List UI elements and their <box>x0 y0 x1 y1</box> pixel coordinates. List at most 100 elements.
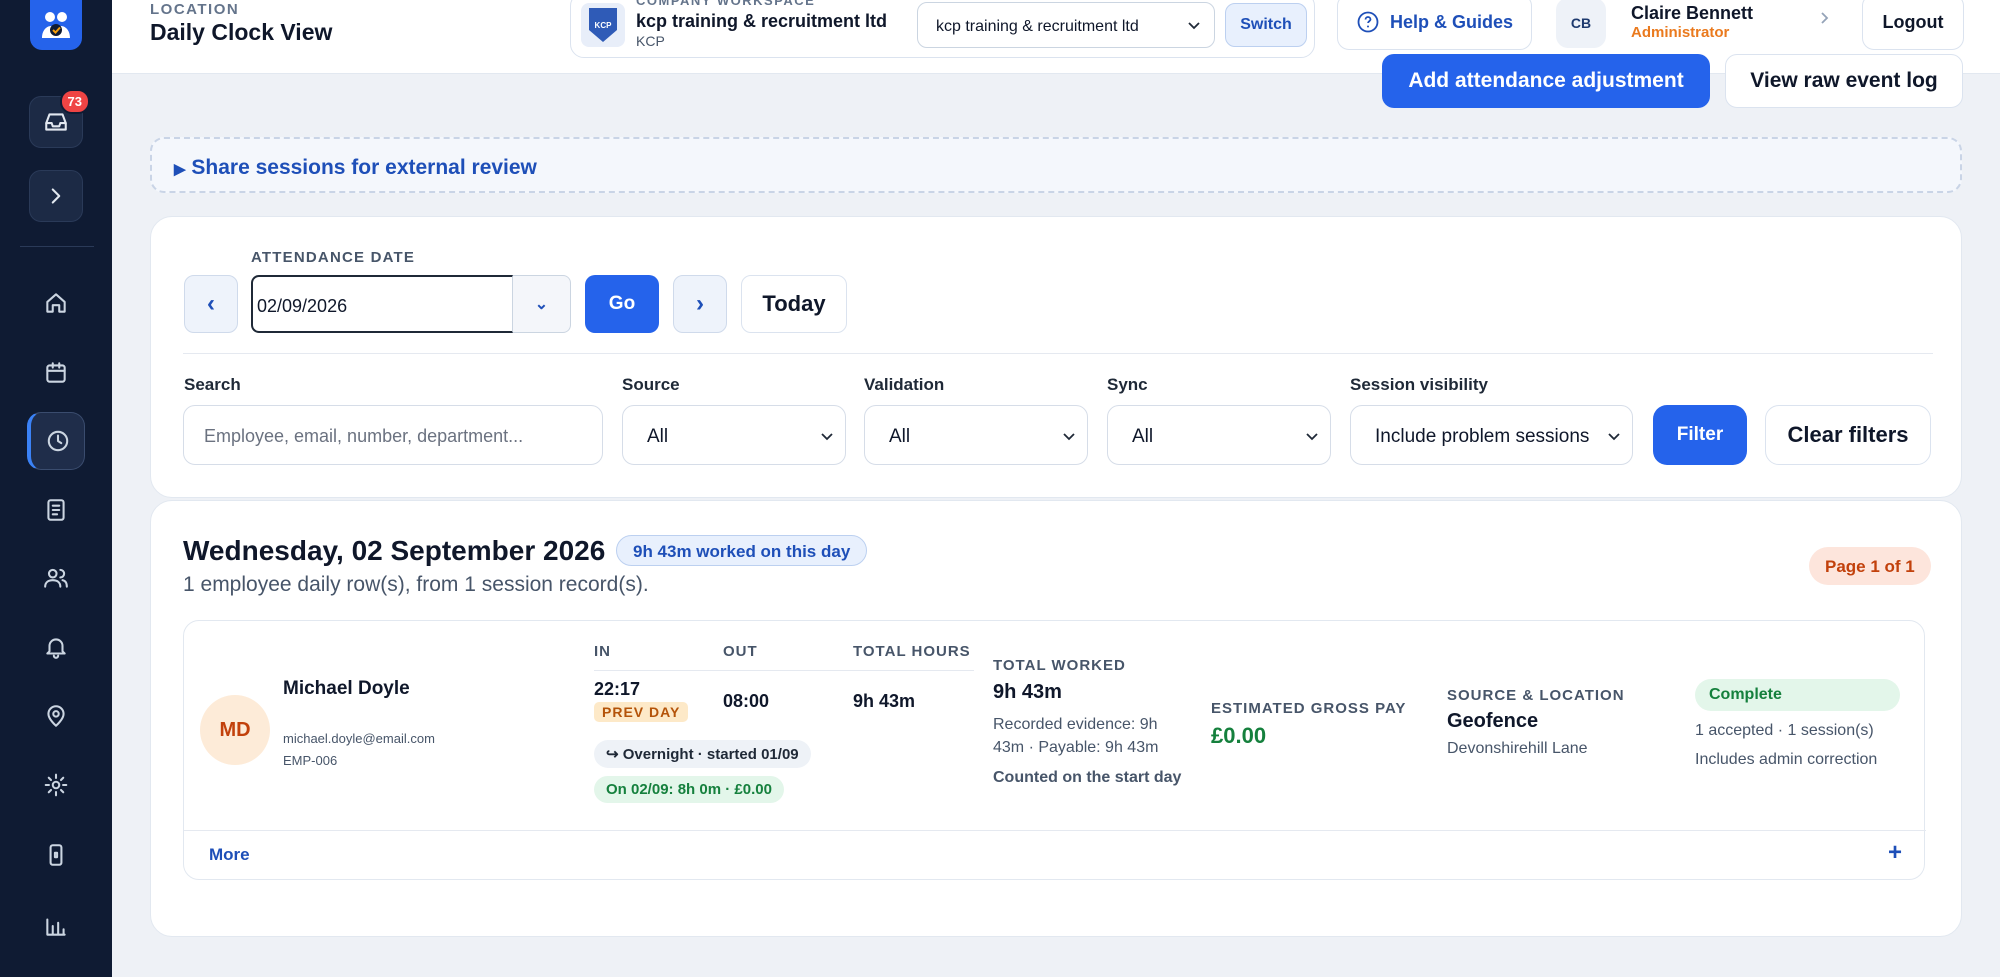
company-logo: KCP <box>581 3 625 47</box>
validation-select-value: All <box>889 426 911 447</box>
help-guides-button[interactable]: Help & Guides <box>1337 0 1532 50</box>
nav-clock[interactable] <box>27 412 85 470</box>
total-hours-value: 9h 43m <box>853 691 916 711</box>
nav-users[interactable] <box>27 549 85 607</box>
switch-workspace-button[interactable]: Switch <box>1225 3 1307 47</box>
go-button[interactable]: Go <box>585 275 659 333</box>
nav-locations[interactable] <box>27 687 85 745</box>
total-hours-column-header: TOTAL HOURS <box>853 643 971 660</box>
employee-name[interactable]: Michael Doyle <box>283 678 410 700</box>
expand-sidebar-button[interactable] <box>29 170 83 222</box>
page-indicator-badge: Page 1 of 1 <box>1809 547 1931 585</box>
on-day-badge: On 02/09: 8h 0m · £0.00 <box>594 776 784 803</box>
search-input[interactable]: Employee, email, number, department... <box>183 405 603 465</box>
location-label: LOCATION <box>150 1 240 18</box>
workspace-select-value: kcp training & recruitment ltd <box>936 18 1139 35</box>
home-icon <box>46 293 66 313</box>
location-value: Devonshirehill Lane <box>1447 740 1588 757</box>
workspace-name: kcp training & recruitment ltd <box>636 11 888 31</box>
expand-plus-icon[interactable]: + <box>1888 839 1902 867</box>
sidebar: 73 <box>0 0 112 977</box>
date-picker-toggle[interactable]: ⌄ <box>513 275 571 333</box>
employee-id: EMP-006 <box>283 753 338 768</box>
total-worked-value: 9h 43m <box>993 681 1062 703</box>
more-link[interactable]: More <box>209 845 250 865</box>
clock-icon <box>47 430 68 452</box>
nav-reports[interactable] <box>27 897 85 955</box>
source-value: Geofence <box>1447 710 1539 732</box>
nav-settings[interactable] <box>27 756 85 814</box>
help-circle-icon <box>1357 11 1379 33</box>
status-correction-text: Includes admin correction <box>1695 751 1878 768</box>
nav-documents[interactable] <box>27 481 85 539</box>
worked-hours-badge: 9h 43m worked on this day <box>616 535 868 566</box>
previous-day-button[interactable]: ‹ <box>184 275 238 333</box>
user-name: Claire Bennett <box>1631 3 1754 23</box>
company-workspace: KCP COMPANY WORKSPACE kcp training & rec… <box>570 0 1315 58</box>
employee-avatar: MD <box>200 695 270 765</box>
inbox-badge: 73 <box>59 89 90 114</box>
sync-select[interactable]: All <box>1107 405 1331 465</box>
share-sessions-label: Share sessions for external review <box>191 156 537 179</box>
total-worked-header: TOTAL WORKED <box>993 657 1126 674</box>
clock-out-time: 08:00 <box>723 691 770 711</box>
chevron-down-icon <box>819 428 835 450</box>
session-visibility-value: Include problem sessions <box>1375 426 1590 447</box>
device-icon <box>49 844 63 866</box>
user-role: Administrator <box>1631 24 1730 41</box>
page-title: Daily Clock View <box>150 19 333 45</box>
logout-button[interactable]: Logout <box>1862 0 1964 50</box>
sidebar-divider <box>20 246 94 247</box>
reports-icon <box>46 918 66 936</box>
top-bar: LOCATION Daily Clock View KCP COMPANY WO… <box>112 0 2000 74</box>
chevron-down-icon <box>1304 428 1320 450</box>
gross-pay-header: ESTIMATED GROSS PAY <box>1211 700 1407 717</box>
nav-notifications[interactable] <box>27 618 85 676</box>
gross-pay-value: £0.00 <box>1211 723 1267 748</box>
nav-devices[interactable] <box>27 826 85 884</box>
overnight-badge: ↪ Overnight · started 01/09 <box>594 740 811 768</box>
bell-icon <box>46 638 66 659</box>
validation-select[interactable]: All <box>864 405 1088 465</box>
app-logo[interactable] <box>30 0 82 50</box>
view-raw-event-log-button[interactable]: View raw event log <box>1725 54 1963 108</box>
attendance-date-input[interactable]: 02/09/2026 <box>251 275 513 333</box>
table-row[interactable]: MD Michael Doyle michael.doyle@email.com… <box>183 620 1926 880</box>
nav-calendar[interactable] <box>27 344 85 402</box>
chevron-down-icon <box>1186 17 1202 38</box>
clear-filters-button[interactable]: Clear filters <box>1765 405 1931 465</box>
gear-icon <box>44 773 68 797</box>
column-header-divider <box>594 670 974 671</box>
filter-panel: ATTENDANCE DATE ‹ 02/09/2026 ⌄ Go › Toda… <box>150 216 1962 498</box>
next-day-button[interactable]: › <box>673 275 727 333</box>
share-sessions-toggle[interactable]: ▶ Share sessions for external review <box>150 137 1962 193</box>
validation-label: Validation <box>864 375 945 394</box>
day-summary-card: Wednesday, 02 September 2026 9h 43m work… <box>150 500 1962 937</box>
day-subtitle: 1 employee daily row(s), from 1 session … <box>183 573 649 596</box>
source-select[interactable]: All <box>622 405 846 465</box>
workspace-select[interactable]: kcp training & recruitment ltd <box>917 2 1215 48</box>
today-button[interactable]: Today <box>741 275 847 333</box>
add-attendance-adjustment-button[interactable]: Add attendance adjustment <box>1382 54 1710 108</box>
session-visibility-select[interactable]: Include problem sessions <box>1350 405 1633 465</box>
day-title: Wednesday, 02 September 2026 <box>183 535 606 566</box>
company-logo-text: KCP <box>594 20 612 30</box>
session-visibility-label: Session visibility <box>1350 375 1488 394</box>
nav-home[interactable] <box>27 274 85 332</box>
caret-right-icon: ▶ <box>174 161 186 178</box>
filter-button[interactable]: Filter <box>1653 405 1747 465</box>
in-column-header: IN <box>594 643 611 660</box>
out-column-header: OUT <box>723 643 758 660</box>
chevron-right-icon <box>1816 10 1832 31</box>
sync-label: Sync <box>1107 375 1148 394</box>
search-label: Search <box>184 375 241 394</box>
chevron-down-icon <box>1606 428 1622 450</box>
users-icon <box>44 568 68 588</box>
sync-select-value: All <box>1132 426 1154 447</box>
document-icon <box>47 499 65 521</box>
employee-email: michael.doyle@email.com <box>283 731 435 746</box>
inbox-button[interactable]: 73 <box>29 89 90 148</box>
source-label: Source <box>622 375 680 394</box>
prev-day-badge: PREV DAY <box>594 702 689 722</box>
calendar-icon <box>46 362 66 383</box>
